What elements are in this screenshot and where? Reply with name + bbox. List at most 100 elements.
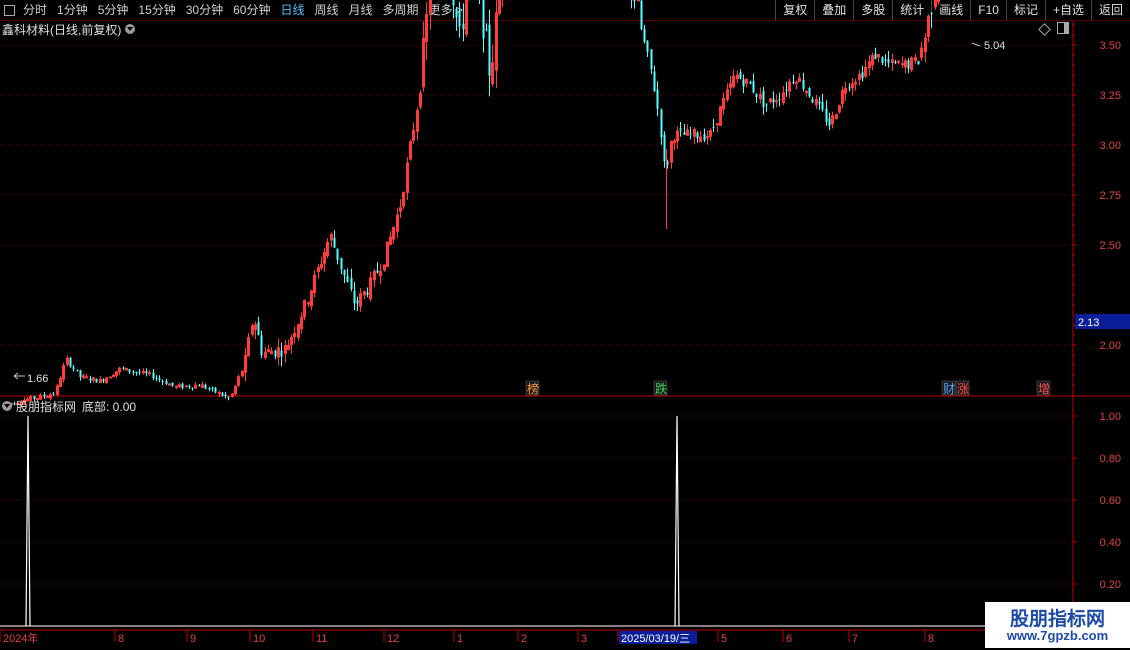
candle-body-down bbox=[650, 49, 653, 69]
candle-body-down bbox=[188, 385, 191, 388]
candle-body-down bbox=[158, 378, 161, 380]
candle-body-down bbox=[89, 378, 92, 381]
candle-body-down bbox=[214, 387, 217, 393]
candle-body-down bbox=[828, 118, 831, 126]
candle-body-down bbox=[894, 62, 897, 64]
x-axis-label: 8 bbox=[118, 633, 124, 645]
candle-body-down bbox=[208, 387, 211, 390]
indicator-spike bbox=[674, 415, 680, 627]
candle-body-down bbox=[102, 379, 105, 382]
x-axis-label: 9 bbox=[190, 633, 196, 645]
candle-body-down bbox=[739, 72, 742, 79]
candle-body-down bbox=[633, 0, 636, 2]
high-pointer bbox=[971, 42, 981, 47]
candle-body-down bbox=[340, 258, 343, 270]
candle-body-down bbox=[43, 394, 46, 397]
candle-body-up bbox=[775, 100, 778, 103]
chart-canvas[interactable]: 5.004.754.504.254.003.753.503.253.002.75… bbox=[0, 0, 1130, 650]
candle-body-down bbox=[198, 385, 201, 387]
candle-body-down bbox=[455, 8, 458, 18]
candle-body-up bbox=[175, 385, 178, 388]
indicator-name: 股朋指标网 bbox=[16, 399, 77, 414]
x-axis-label: 2024年 bbox=[3, 631, 38, 645]
candle-body-down bbox=[274, 350, 277, 357]
candle-body-down bbox=[333, 237, 336, 248]
x-axis-label: 3 bbox=[581, 633, 587, 645]
candle-body-down bbox=[656, 89, 659, 109]
candle-body-up bbox=[897, 60, 900, 63]
watermark-url: www.7gpzb.com bbox=[1006, 628, 1109, 643]
candle-body-down bbox=[336, 248, 339, 260]
candle-body-down bbox=[132, 372, 135, 374]
candle-body-down bbox=[76, 369, 79, 371]
candle-body-down bbox=[482, 0, 485, 39]
candle-body-down bbox=[211, 387, 214, 389]
candle-body-down bbox=[653, 71, 656, 92]
x-axis-label: 10 bbox=[253, 633, 265, 645]
candle-body-down bbox=[703, 134, 706, 141]
event-tag: 财 bbox=[943, 382, 955, 396]
candle-body-down bbox=[155, 377, 158, 379]
low-label: 1.66 bbox=[27, 373, 48, 385]
candle-body-down bbox=[224, 394, 227, 397]
candle-body-up bbox=[901, 63, 904, 66]
candle-body-down bbox=[452, 0, 455, 6]
candle-body-down bbox=[752, 81, 755, 93]
watermark: 股朋指标网 www.7gpzb.com bbox=[985, 602, 1130, 648]
candle-body-down bbox=[227, 396, 230, 398]
candle-body-up bbox=[148, 371, 151, 374]
y-tick-label: 3.00 bbox=[1100, 140, 1121, 152]
indicator-chevron-icon[interactable] bbox=[2, 401, 12, 411]
candle-body-down bbox=[145, 371, 148, 374]
indicator-spike bbox=[25, 415, 31, 627]
candle-body-down bbox=[772, 98, 775, 103]
candle-body-down bbox=[679, 128, 682, 131]
candle-body-down bbox=[755, 93, 758, 98]
candle-body-down bbox=[917, 61, 920, 65]
candle-body-down bbox=[128, 369, 131, 372]
candle-body-down bbox=[887, 58, 890, 64]
candle-body-down bbox=[181, 383, 184, 389]
ind-y-tick-label: 0.60 bbox=[1100, 495, 1121, 507]
candle-body-down bbox=[825, 108, 828, 122]
candle-body-down bbox=[257, 322, 260, 335]
x-axis-label: 1 bbox=[457, 633, 463, 645]
candle-body-up bbox=[637, 0, 640, 2]
candle-body-down bbox=[69, 357, 72, 367]
candle-body-down bbox=[152, 372, 155, 379]
candle-body-down bbox=[72, 367, 75, 369]
candle-body-down bbox=[742, 79, 745, 87]
candle-body-up bbox=[109, 376, 112, 379]
candle-body-down bbox=[874, 53, 877, 60]
candle-body-down bbox=[485, 29, 488, 31]
candle-body-down bbox=[811, 99, 814, 103]
x-axis-label: 11 bbox=[316, 633, 327, 645]
candle-body-up bbox=[795, 81, 798, 84]
candle-body-down bbox=[280, 350, 283, 357]
low-pointer bbox=[13, 372, 25, 380]
candle-body-down bbox=[907, 60, 910, 69]
candle-body-down bbox=[785, 89, 788, 91]
event-tag: 跌 bbox=[655, 381, 667, 396]
candle-body-down bbox=[350, 277, 353, 290]
candle-body-down bbox=[366, 292, 369, 295]
candle-body-down bbox=[663, 134, 666, 162]
candle-body-down bbox=[712, 126, 715, 128]
candle-body-down bbox=[792, 82, 795, 84]
x-axis-label: 7 bbox=[852, 633, 858, 645]
candle-body-down bbox=[353, 290, 356, 304]
candle-body-down bbox=[683, 132, 686, 135]
y-tick-label: 2.00 bbox=[1100, 340, 1121, 352]
candle-body-down bbox=[165, 381, 168, 385]
candle-body-down bbox=[376, 270, 379, 273]
indicator-value: 底部: 0.00 bbox=[82, 399, 137, 414]
event-tag: 增 bbox=[1038, 382, 1050, 396]
x-axis-label: 2 bbox=[521, 633, 527, 645]
candle-body-down bbox=[346, 275, 349, 282]
watermark-title: 股朋指标网 bbox=[1009, 609, 1105, 630]
candle-body-down bbox=[488, 24, 491, 76]
x-axis-label: 8 bbox=[928, 633, 934, 645]
candle-body-down bbox=[778, 99, 781, 101]
candle-body-down bbox=[79, 370, 82, 378]
x-axis-label: 2025/03/19/三 bbox=[621, 633, 690, 645]
